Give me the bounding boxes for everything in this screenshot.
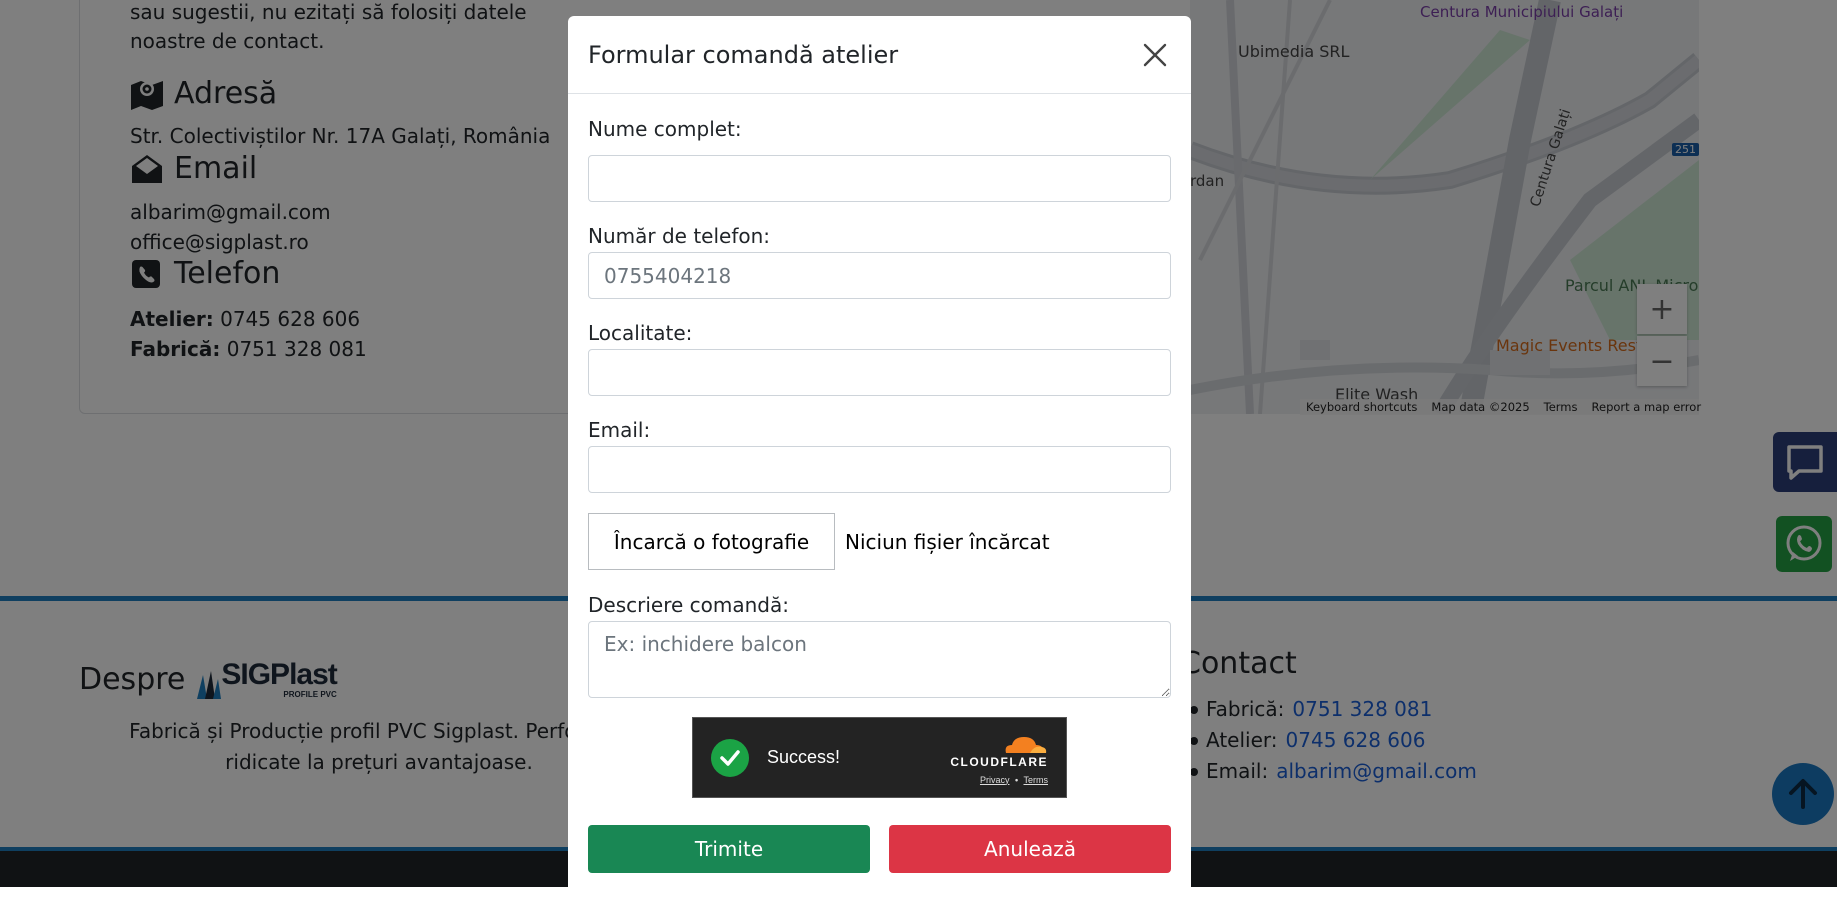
captcha-terms-link[interactable]: Terms xyxy=(1024,775,1049,785)
cloudflare-captcha[interactable]: Success! CLOUDFLARE Privacy • Terms xyxy=(692,717,1067,798)
submit-button[interactable]: Trimite xyxy=(588,825,870,873)
phone-label: Număr de telefon: xyxy=(588,224,771,248)
phone-input[interactable] xyxy=(588,252,1171,299)
upload-photo-button[interactable]: Încarcă o fotografie xyxy=(588,513,835,570)
cancel-button[interactable]: Anulează xyxy=(889,825,1171,873)
upload-status: Niciun fișier încărcat xyxy=(845,530,1050,554)
close-button[interactable] xyxy=(1137,37,1173,73)
email-input[interactable] xyxy=(588,446,1171,493)
name-input[interactable] xyxy=(588,155,1171,202)
name-label: Nume complet: xyxy=(588,117,742,141)
city-label: Localitate: xyxy=(588,321,693,345)
captcha-link-separator: • xyxy=(1015,774,1019,785)
captcha-check-icon xyxy=(711,738,749,777)
captcha-privacy-link[interactable]: Privacy xyxy=(980,775,1010,785)
close-icon xyxy=(1143,43,1167,66)
modal-title: Formular comandă atelier xyxy=(588,40,899,69)
cloudflare-cloud-icon xyxy=(1005,736,1047,753)
cloudflare-branding: CLOUDFLARE Privacy • Terms xyxy=(950,731,1048,785)
city-input[interactable] xyxy=(588,349,1171,396)
captcha-links: Privacy • Terms xyxy=(980,775,1048,785)
order-form-modal: Formular comandă atelier Nume complet: N… xyxy=(568,16,1191,906)
captcha-status: Success! xyxy=(767,747,841,767)
description-textarea[interactable] xyxy=(588,621,1171,698)
description-label: Descriere comandă: xyxy=(588,593,789,617)
cloudflare-wordmark: CLOUDFLARE xyxy=(950,754,1048,769)
modal-header: Formular comandă atelier xyxy=(568,16,1191,94)
email-label: Email: xyxy=(588,418,651,442)
